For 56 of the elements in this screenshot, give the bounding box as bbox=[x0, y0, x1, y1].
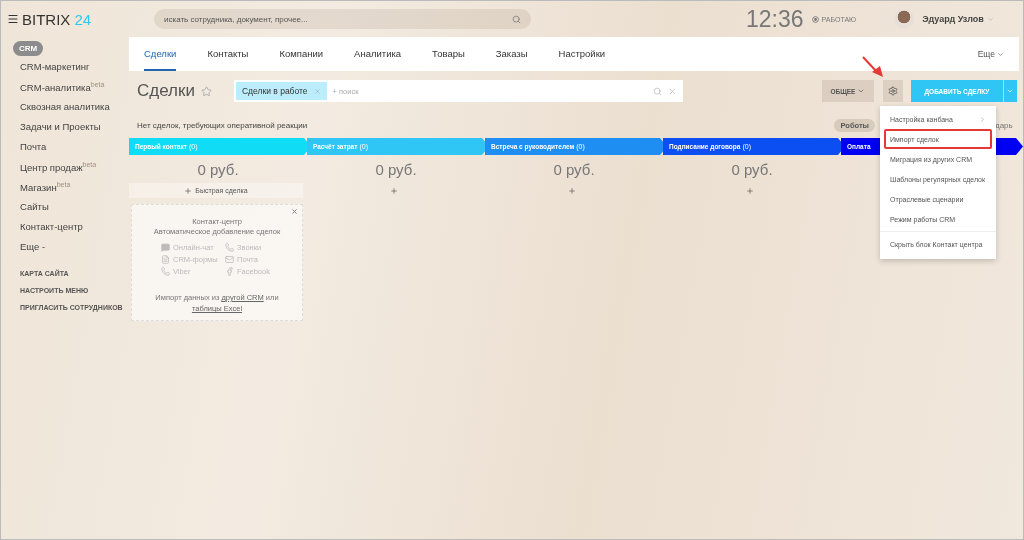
form-icon bbox=[161, 255, 170, 264]
phone-icon bbox=[161, 267, 170, 276]
facebook-icon bbox=[225, 267, 234, 276]
sidebar-item[interactable]: Почта bbox=[20, 141, 129, 156]
sidebar-item[interactable]: Сайты bbox=[20, 201, 129, 216]
clock: 12:36 bbox=[746, 5, 804, 33]
sidebar-item[interactable]: Центр продаж$^{beta}$ bbox=[20, 161, 129, 176]
more-tab[interactable]: Еще bbox=[977, 37, 1004, 71]
menu-icon[interactable] bbox=[7, 13, 19, 25]
phone-icon bbox=[225, 243, 234, 252]
search-field[interactable]: искать сотрудника, документ, прочее... bbox=[154, 9, 531, 29]
nav-tab[interactable]: Настройки bbox=[558, 37, 606, 71]
plus-icon bbox=[184, 186, 193, 195]
pointer-arrow bbox=[861, 56, 885, 78]
nav-tab[interactable]: Заказы bbox=[495, 37, 528, 71]
caret-icon bbox=[857, 87, 866, 95]
sidebar-item[interactable]: CRM-аналитика$^{beta}$ bbox=[20, 81, 129, 96]
caret-icon bbox=[997, 50, 1004, 58]
close-icon[interactable] bbox=[313, 87, 321, 95]
settings-button[interactable] bbox=[882, 80, 903, 102]
user-name[interactable]: Эдуард Узлов bbox=[922, 14, 994, 24]
caret-icon bbox=[1006, 87, 1015, 95]
chat-icon bbox=[161, 243, 170, 252]
close-icon[interactable] bbox=[667, 86, 677, 96]
radio-icon bbox=[811, 15, 819, 23]
nav-tab[interactable]: Компании bbox=[279, 37, 324, 71]
stage-amount: 0 руб. bbox=[374, 161, 418, 180]
caret-icon bbox=[986, 15, 994, 23]
sidebar-item[interactable]: Сквозная аналитика bbox=[20, 101, 129, 116]
user-avatar[interactable] bbox=[894, 9, 915, 29]
filter-tag[interactable]: Сделки в работе bbox=[235, 82, 327, 100]
notice-text: Нет сделок, требующих оперативной реакции bbox=[137, 120, 308, 130]
stage-amount: 0 руб. bbox=[730, 161, 774, 180]
sidebar-item[interactable]: CRM-маркетинг bbox=[20, 61, 129, 76]
page-title: Сделки bbox=[137, 81, 195, 101]
sidebar-item[interactable]: Задачи и Проекты bbox=[20, 121, 129, 136]
section-label: CRM bbox=[13, 41, 44, 56]
search-icon[interactable] bbox=[512, 14, 521, 24]
nav-tab[interactable]: Товары bbox=[432, 37, 465, 71]
nav-tab[interactable]: Аналитика bbox=[354, 37, 402, 71]
stage-amount: 0 руб. bbox=[196, 161, 240, 180]
sidebar-item[interactable]: Еще - bbox=[20, 241, 129, 256]
nav-tab[interactable]: Контакты bbox=[207, 37, 249, 71]
plus-icon bbox=[568, 186, 576, 195]
stage-amount: 0 руб. bbox=[552, 161, 596, 180]
settings-icon bbox=[887, 86, 898, 96]
plus-icon bbox=[390, 186, 398, 195]
search-icon[interactable] bbox=[652, 86, 662, 96]
star-icon[interactable] bbox=[200, 85, 212, 97]
mail-icon bbox=[225, 255, 234, 264]
plus-icon bbox=[746, 186, 754, 195]
logo: BITRIX 24 bbox=[22, 10, 92, 28]
close-icon[interactable] bbox=[291, 208, 298, 215]
sidebar-item[interactable]: Магазин$^{beta}$ bbox=[20, 181, 129, 196]
sidebar-item[interactable]: Контакт-центр bbox=[20, 221, 129, 236]
nav-tab[interactable]: Сделки bbox=[144, 37, 177, 71]
